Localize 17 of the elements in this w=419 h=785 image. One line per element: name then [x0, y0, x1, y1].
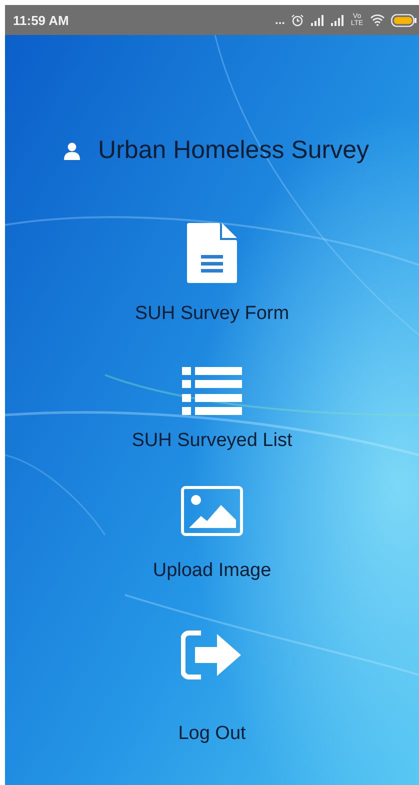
battery-icon [391, 14, 417, 26]
image-icon[interactable] [180, 486, 243, 536]
signal-icon [310, 14, 324, 26]
menu-link[interactable]: SUH Survey Form [134, 303, 290, 325]
wifi-icon [370, 14, 385, 26]
menu-link[interactable]: Log Out [178, 723, 246, 745]
app-title: Urban Homeless Survey [98, 136, 369, 165]
menu-link[interactable]: Upload Image [152, 560, 272, 582]
signal-icon [330, 14, 344, 26]
logout-icon[interactable] [180, 630, 243, 680]
user-icon [63, 142, 82, 160]
notification-dots: ... [274, 13, 285, 27]
status-time: 11:59 AM [13, 12, 69, 28]
menu-link[interactable]: SUH Surveyed List [132, 430, 292, 452]
list-icon[interactable] [182, 367, 242, 415]
alarm-clock-icon [291, 14, 304, 26]
document-icon[interactable] [186, 223, 237, 283]
